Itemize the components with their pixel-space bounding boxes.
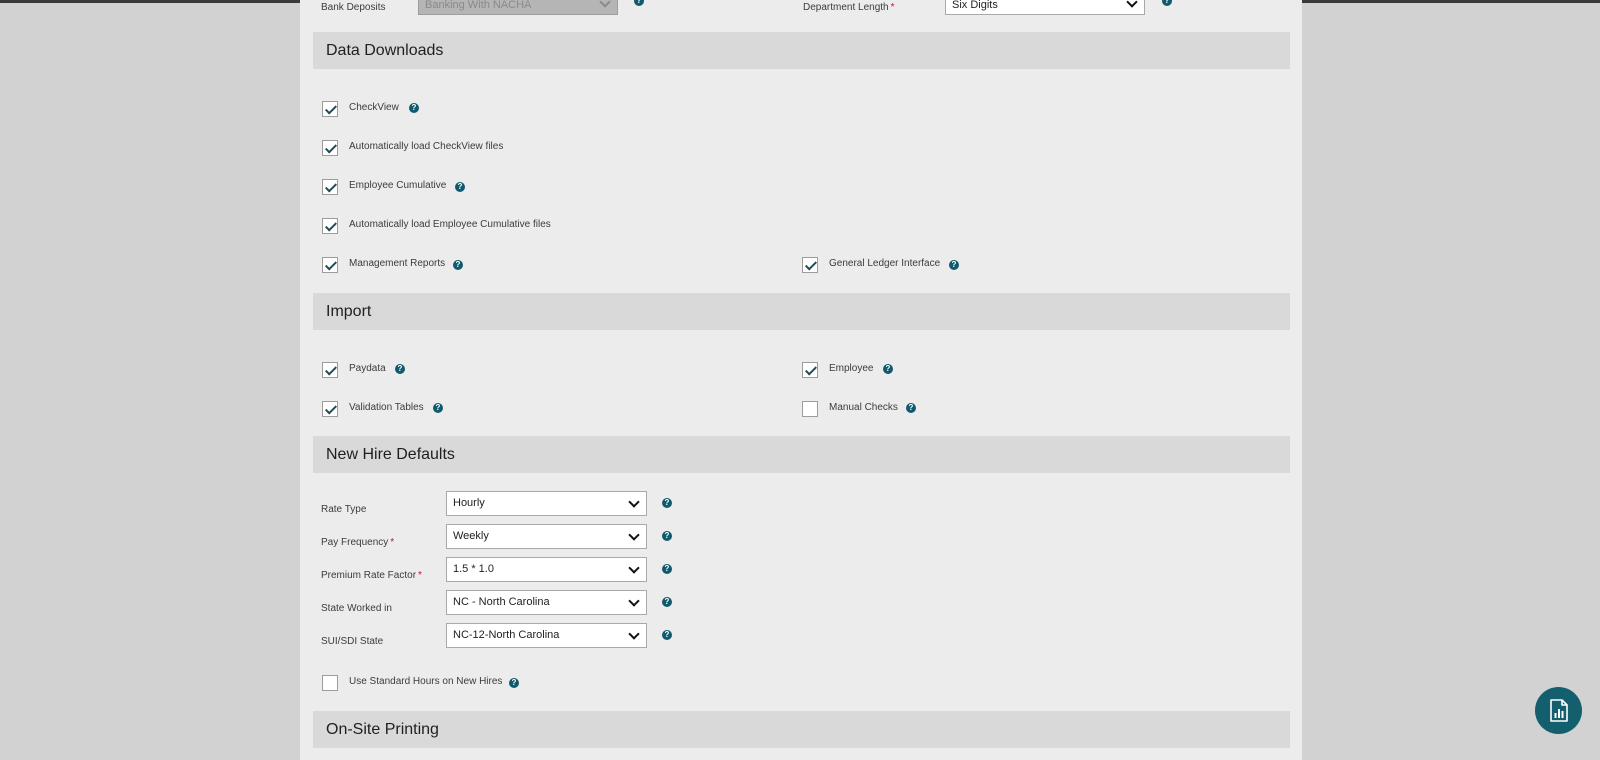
section-title: Data Downloads [326,42,444,59]
general-ledger-label: General Ledger Interface [829,258,941,269]
report-document-icon [1550,699,1568,722]
rate-type-select[interactable]: Hourly [446,491,647,516]
auto-employee-cumulative-label: Automatically load Employee Cumulative f… [349,219,551,230]
help-circle-icon[interactable]: ? [509,678,519,688]
sui-sdi-state-value: NC-12-North Carolina [453,629,560,641]
standard-hours-label: Use Standard Hours on New Hires [349,676,503,687]
paydata-checkbox[interactable] [322,362,338,378]
manual-checks-checkbox[interactable] [802,401,818,417]
pay-frequency-select[interactable]: Weekly [446,524,647,549]
help-circle-icon[interactable]: ? [662,531,672,541]
data-downloads-header: Data Downloads [313,32,1290,69]
rate-type-value: Hourly [453,497,485,509]
validation-tables-label: Validation Tables [349,402,424,413]
employee-import-label: Employee [829,363,874,374]
state-worked-label: State Worked in [321,603,392,614]
help-circle-icon[interactable]: ? [433,403,443,413]
paydata-label: Paydata [349,363,386,374]
chevron-down-icon [599,0,611,8]
import-header: Import [313,293,1290,330]
management-reports-checkbox[interactable] [322,257,338,273]
sui-sdi-state-select[interactable]: NC-12-North Carolina [446,623,647,648]
help-circle-icon[interactable]: ? [455,182,465,192]
sui-sdi-state-label: SUI/SDI State [321,636,384,647]
help-circle-icon[interactable]: ? [662,498,672,508]
employee-import-checkbox[interactable] [802,362,818,378]
bank-deposits-label: Bank Deposits [321,2,386,13]
department-length-label: Department Length * [803,2,895,13]
on-site-printing-header: On-Site Printing [313,711,1290,748]
premium-rate-factor-value: 1.5 * 1.0 [453,563,494,575]
chevron-down-icon [628,496,640,508]
premium-rate-factor-text: Premium Rate Factor [321,570,417,581]
checkview-checkbox[interactable] [322,101,338,117]
section-title: On-Site Printing [326,721,439,738]
new-hire-defaults-header: New Hire Defaults [313,436,1290,473]
department-length-value: Six Digits [952,0,998,11]
chevron-down-icon [628,529,640,541]
manual-checks-label: Manual Checks [829,402,898,413]
help-circle-icon[interactable]: ? [453,260,463,270]
state-worked-select[interactable]: NC - North Carolina [446,590,647,615]
pay-frequency-text: Pay Frequency [321,537,389,548]
auto-checkview-label: Automatically load CheckView files [349,141,504,152]
help-circle-icon[interactable]: ? [906,403,916,413]
help-circle-icon[interactable]: ? [395,364,405,374]
employee-cumulative-label: Employee Cumulative [349,180,447,191]
required-mark: * [390,537,395,548]
help-circle-icon[interactable]: ? [662,630,672,640]
required-mark: * [418,570,422,581]
section-title: New Hire Defaults [326,446,455,463]
help-circle-icon[interactable]: ? [662,564,672,574]
report-fab-button[interactable] [1535,687,1582,734]
help-circle-icon[interactable]: ? [409,103,419,113]
section-title: Import [326,303,372,320]
department-length-text: Department Length [803,2,889,13]
rate-type-label: Rate Type [321,504,367,515]
validation-tables-checkbox[interactable] [322,401,338,417]
premium-rate-factor-select[interactable]: 1.5 * 1.0 [446,557,647,582]
chevron-down-icon [628,562,640,574]
required-mark: * [890,2,895,13]
help-circle-icon[interactable]: ? [949,260,959,270]
employee-cumulative-checkbox[interactable] [322,179,338,195]
chevron-down-icon [1126,0,1138,8]
department-length-select[interactable]: Six Digits [945,0,1145,15]
chevron-down-icon [628,628,640,640]
pay-frequency-value: Weekly [453,530,489,542]
management-reports-label: Management Reports [349,258,446,269]
checkview-label: CheckView [349,102,399,113]
general-ledger-checkbox[interactable] [802,257,818,273]
auto-employee-cumulative-checkbox[interactable] [322,218,338,234]
pay-frequency-label: Pay Frequency * [321,537,394,548]
premium-rate-factor-label: Premium Rate Factor * [321,570,422,581]
help-circle-icon[interactable]: ? [662,597,672,607]
chevron-down-icon [628,595,640,607]
bank-deposits-select[interactable]: Banking With NACHA [418,0,618,15]
help-circle-icon[interactable]: ? [883,364,893,374]
auto-checkview-checkbox[interactable] [322,140,338,156]
standard-hours-checkbox[interactable] [322,675,338,691]
bank-deposits-value: Banking With NACHA [425,0,532,11]
state-worked-value: NC - North Carolina [453,596,550,608]
